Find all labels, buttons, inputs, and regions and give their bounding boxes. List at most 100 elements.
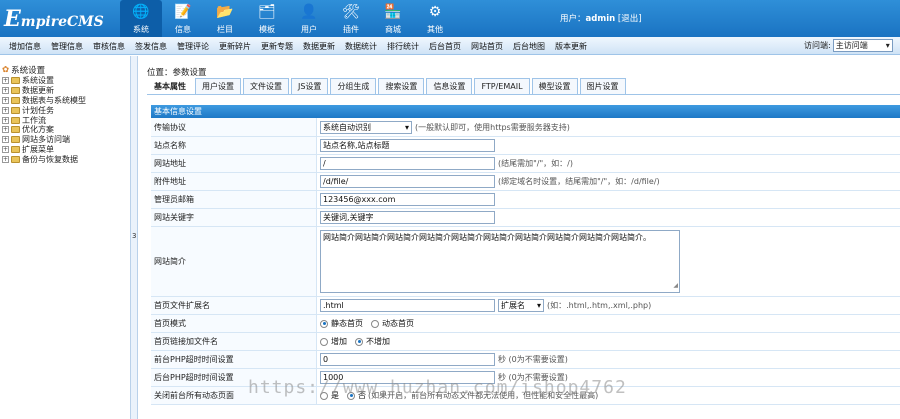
folder-icon: [11, 87, 20, 95]
quick-menu-item[interactable]: 更新碎片: [214, 41, 256, 52]
protocol-select[interactable]: 系统自动识别: [320, 120, 412, 134]
settings-tab[interactable]: 用户设置: [195, 78, 241, 94]
user-icon: 👤: [300, 4, 318, 20]
template-icon: 🗂: [258, 4, 276, 20]
row-admin-email: 管理员邮箱 123456@xxx.com: [151, 191, 900, 209]
file-url-input[interactable]: /d/file/: [320, 175, 495, 188]
sidebar-title: ✿ 系统设置: [2, 65, 46, 76]
folder-icon: [11, 106, 20, 114]
keywords-input[interactable]: 关键词,关键字: [320, 211, 495, 224]
watermark: https://www.huzhan.com/ishop4762: [248, 377, 627, 398]
row-description: 网站简介 网站简介网站简介网站简介网站简介网站简介网站简介网站简介网站简介网站简…: [151, 227, 900, 297]
quick-menu-item[interactable]: 数据统计: [340, 41, 382, 52]
site-url-input[interactable]: /: [320, 157, 495, 170]
index-ext-input[interactable]: .html: [320, 299, 495, 312]
folder-icon: [11, 145, 20, 153]
quick-menu-item[interactable]: 审核信息: [88, 41, 130, 52]
expand-icon[interactable]: +: [2, 155, 9, 163]
row-site-url: 网站地址 / (结尾需加"/"，如：/): [151, 155, 900, 173]
breadcrumb: 位置：参数设置: [147, 68, 207, 78]
row-keywords: 网站关键字 关键词,关键字: [151, 209, 900, 227]
nav-system[interactable]: 🌐 系统: [120, 0, 162, 37]
admin-email-input[interactable]: 123456@xxx.com: [320, 193, 495, 206]
resize-grip-icon[interactable]: ◢: [673, 281, 678, 291]
expand-icon[interactable]: +: [2, 77, 9, 85]
visit-end-select[interactable]: 主访问端: [832, 39, 893, 52]
folder-icon: [11, 136, 20, 144]
section-title: 基本信息设置: [151, 105, 900, 118]
radio-static-index[interactable]: 静态首页: [320, 318, 363, 329]
quick-menu-item[interactable]: 签发信息: [130, 41, 172, 52]
ext-select[interactable]: 扩展名: [498, 299, 544, 312]
shop-icon: 🏪: [384, 4, 402, 20]
quick-menu-item[interactable]: 增加信息: [4, 41, 46, 52]
expand-icon[interactable]: +: [2, 145, 9, 153]
sidebar-splitter[interactable]: 3: [131, 56, 138, 419]
quick-menu-item[interactable]: 后台首页: [424, 41, 466, 52]
nav-plugin[interactable]: 🛠 插件: [330, 0, 372, 37]
main-content: 位置：参数设置 基本属性 用户设置 文件设置 JS设置 分组生成 搜索设置 信息设置 FTP/…: [139, 56, 900, 419]
empirecms-logo[interactable]: EmpireCMS: [4, 5, 116, 33]
description-textarea[interactable]: 网站简介网站简介网站简介网站简介网站简介网站简介网站简介网站简介网站简介网站简介…: [320, 230, 680, 293]
folder-icon: [11, 155, 20, 163]
sidebar-tree-item[interactable]: + 备份与恢复数据: [2, 154, 86, 164]
expand-icon[interactable]: +: [2, 96, 9, 104]
folder-icon: [11, 126, 20, 134]
row-index-ext: 首页文件扩展名 .html扩展名(如：.html,.htm,.xml,.php): [151, 297, 900, 315]
nav-user[interactable]: 👤 用户: [288, 0, 330, 37]
folder-icon: 📂: [216, 4, 234, 20]
user-name: admin: [585, 14, 616, 24]
row-file-url: 附件地址 /d/file/(绑定域名时设置，结尾需加"/"，如：/d/file/…: [151, 173, 900, 191]
front-timeout-input[interactable]: 0: [320, 353, 495, 366]
settings-tab[interactable]: 信息设置: [426, 78, 473, 94]
quick-menu-item[interactable]: 排行统计: [382, 41, 424, 52]
quick-menu-bar: 增加信息 管理信息 审核信息 签发信息 管理评论 更新碎片 更新专题 数据更新 数据统计 排行统计…: [0, 37, 900, 55]
radio-add-filename[interactable]: 增加: [320, 336, 347, 347]
quick-menu-item[interactable]: 版本更新: [550, 41, 592, 52]
settings-icon: ✿: [2, 65, 10, 75]
top-bar: EmpireCMS 🌐 系统 📝 信息 📂 栏目 🗂 模板 👤 用户 🛠 插件 🏪 商城 ⚙ 其…: [0, 0, 900, 37]
settings-tab[interactable]: FTP/EMAIL: [474, 78, 530, 94]
breadcrumb-link[interactable]: 参数设置: [173, 68, 207, 78]
tools-icon: 🛠: [342, 4, 360, 20]
quick-menu-item[interactable]: 数据更新: [298, 41, 340, 52]
nav-shop[interactable]: 🏪 商城: [372, 0, 414, 37]
nav-info[interactable]: 📝 信息: [162, 0, 204, 37]
settings-form: 基本信息设置 传输协议 系统自动识别(一般默认即可，使用https需要服务器支持…: [151, 105, 900, 405]
settings-tab[interactable]: 分组生成: [330, 78, 377, 94]
quick-menu-item[interactable]: 网站首页: [466, 41, 508, 52]
settings-tab[interactable]: 基本属性: [147, 78, 193, 94]
quick-menu-item[interactable]: 管理评论: [172, 41, 214, 52]
folder-icon: [11, 116, 20, 124]
quick-menu-item[interactable]: 管理信息: [46, 41, 88, 52]
expand-icon[interactable]: +: [2, 126, 9, 134]
row-index-mode: 首页模式 静态首页 动态首页: [151, 315, 900, 333]
expand-icon[interactable]: +: [2, 116, 9, 124]
quick-menu-item[interactable]: 更新专题: [256, 41, 298, 52]
settings-tab[interactable]: 搜索设置: [378, 78, 425, 94]
row-protocol: 传输协议 系统自动识别(一般默认即可，使用https需要服务器支持): [151, 118, 900, 137]
site-name-input[interactable]: 站点名称,站点标题: [320, 139, 495, 152]
collapse-handle[interactable]: 3: [132, 232, 136, 240]
sidebar: ✿ 系统设置 + 系统设置 + 数据更新 + 数据表与系统模型 + 计划任务 + 工作流 + 优化方案 +…: [0, 56, 131, 419]
settings-tab[interactable]: 模型设置: [531, 78, 578, 94]
folder-icon: [11, 96, 20, 104]
settings-tab[interactable]: 图片设置: [579, 78, 626, 94]
expand-icon[interactable]: +: [2, 136, 9, 144]
gear-icon: ⚙: [428, 4, 442, 20]
radio-no-filename[interactable]: 不增加: [355, 336, 390, 347]
settings-tab[interactable]: 文件设置: [243, 78, 289, 94]
visit-end-switch: 访问端: 主访问端: [804, 39, 893, 52]
logout-link[interactable]: [退出]: [618, 14, 642, 24]
nav-template[interactable]: 🗂 模板: [246, 0, 288, 37]
nav-column[interactable]: 📂 栏目: [204, 0, 246, 37]
row-front-timeout: 前台PHP超时时间设置 0秒 (0为不需要设置): [151, 351, 900, 369]
expand-icon[interactable]: +: [2, 87, 9, 95]
sidebar-item-label: 备份与恢复数据: [22, 154, 78, 164]
settings-tab[interactable]: JS设置: [291, 78, 329, 94]
nav-other[interactable]: ⚙ 其他: [414, 0, 456, 37]
radio-dynamic-index[interactable]: 动态首页: [371, 318, 414, 329]
expand-icon[interactable]: +: [2, 106, 9, 114]
row-index-link: 首页链接加文件名 增加 不增加: [151, 333, 900, 351]
quick-menu-item[interactable]: 后台地图: [508, 41, 550, 52]
